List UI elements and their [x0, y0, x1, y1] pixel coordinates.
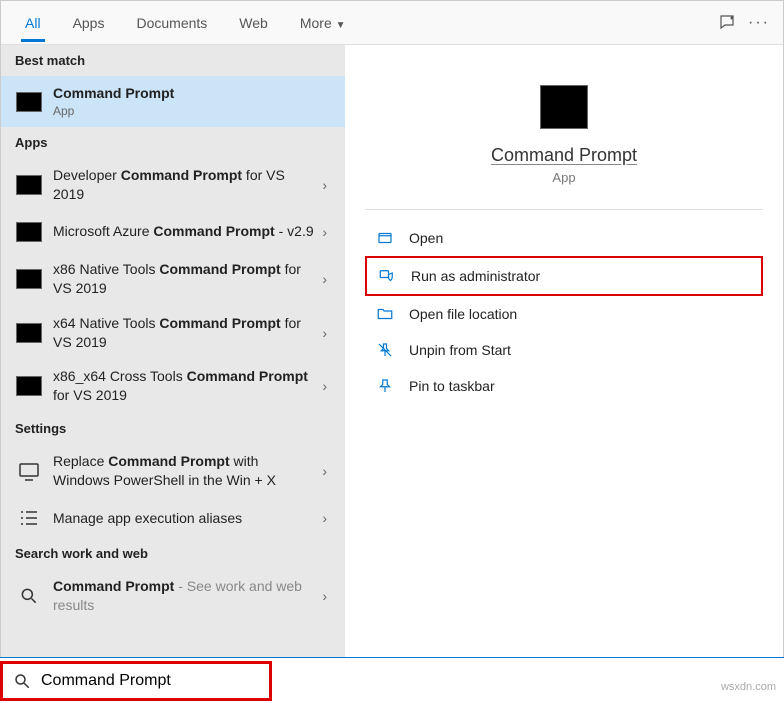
- chevron-right-icon[interactable]: ›: [318, 463, 331, 479]
- best-match-result[interactable]: Command Prompt App: [1, 76, 345, 127]
- search-icon: [13, 672, 31, 690]
- app-result-2[interactable]: x86 Native Tools Command Prompt for VS 2…: [1, 252, 345, 306]
- best-match-title: Command Prompt: [53, 84, 331, 103]
- action-open[interactable]: Open: [365, 220, 763, 256]
- search-bar: [0, 657, 784, 703]
- feedback-icon[interactable]: [711, 7, 743, 39]
- cmd-prompt-icon: [15, 220, 43, 244]
- cmd-prompt-icon: [15, 321, 43, 345]
- details-pane: Command Prompt App Open Run as administr…: [345, 45, 783, 702]
- action-unpin-start[interactable]: Unpin from Start: [365, 332, 763, 368]
- tab-web[interactable]: Web: [223, 5, 284, 41]
- app-result-0[interactable]: Developer Command Prompt for VS 2019 ›: [1, 158, 345, 212]
- cmd-prompt-icon: [15, 374, 43, 398]
- tab-more[interactable]: More ▼: [284, 5, 362, 41]
- app-result-3[interactable]: x64 Native Tools Command Prompt for VS 2…: [1, 306, 345, 360]
- tab-apps[interactable]: Apps: [57, 5, 121, 41]
- details-subtitle: App: [552, 170, 575, 185]
- folder-icon: [375, 304, 395, 324]
- more-options-icon[interactable]: ···: [743, 7, 775, 39]
- section-settings: Settings: [1, 413, 345, 444]
- monitor-icon: [15, 459, 43, 483]
- action-pin-taskbar[interactable]: Pin to taskbar: [365, 368, 763, 404]
- chevron-right-icon[interactable]: ›: [318, 271, 331, 287]
- watermark: wsxdn.com: [721, 681, 776, 693]
- action-open-file-location[interactable]: Open file location: [365, 296, 763, 332]
- chevron-right-icon[interactable]: ›: [318, 378, 331, 394]
- app-large-icon: [540, 85, 588, 129]
- section-search-web: Search work and web: [1, 538, 345, 569]
- list-icon: [15, 506, 43, 530]
- tab-all[interactable]: All: [9, 5, 57, 41]
- unpin-icon: [375, 340, 395, 360]
- section-best-match: Best match: [1, 45, 345, 76]
- action-run-as-admin[interactable]: Run as administrator: [365, 256, 763, 296]
- chevron-right-icon[interactable]: ›: [318, 224, 331, 240]
- search-icon: [15, 584, 43, 608]
- chevron-right-icon[interactable]: ›: [318, 588, 331, 604]
- web-result-0[interactable]: Command Prompt - See work and web result…: [1, 569, 345, 623]
- chevron-right-icon[interactable]: ›: [318, 510, 331, 526]
- best-match-type: App: [53, 103, 331, 119]
- chevron-right-icon[interactable]: ›: [318, 325, 331, 341]
- settings-result-0[interactable]: Replace Command Prompt with Windows Powe…: [1, 444, 345, 498]
- cmd-prompt-icon: [15, 90, 43, 114]
- chevron-down-icon: ▼: [336, 20, 346, 31]
- pin-icon: [375, 376, 395, 396]
- open-icon: [375, 228, 395, 248]
- tab-documents[interactable]: Documents: [120, 5, 223, 41]
- settings-result-1[interactable]: Manage app execution aliases ›: [1, 498, 345, 538]
- search-input[interactable]: [41, 672, 259, 690]
- app-result-1[interactable]: Microsoft Azure Command Prompt - v2.9 ›: [1, 212, 345, 252]
- tab-bar: All Apps Documents Web More ▼ ···: [1, 1, 783, 45]
- cmd-prompt-icon: [15, 267, 43, 291]
- results-pane: Best match Command Prompt App Apps Devel…: [1, 45, 345, 702]
- chevron-right-icon[interactable]: ›: [318, 177, 331, 193]
- admin-shield-icon: [377, 266, 397, 286]
- section-apps: Apps: [1, 127, 345, 158]
- cmd-prompt-icon: [15, 173, 43, 197]
- app-result-4[interactable]: x86_x64 Cross Tools Command Prompt for V…: [1, 359, 345, 413]
- details-title[interactable]: Command Prompt: [491, 145, 637, 166]
